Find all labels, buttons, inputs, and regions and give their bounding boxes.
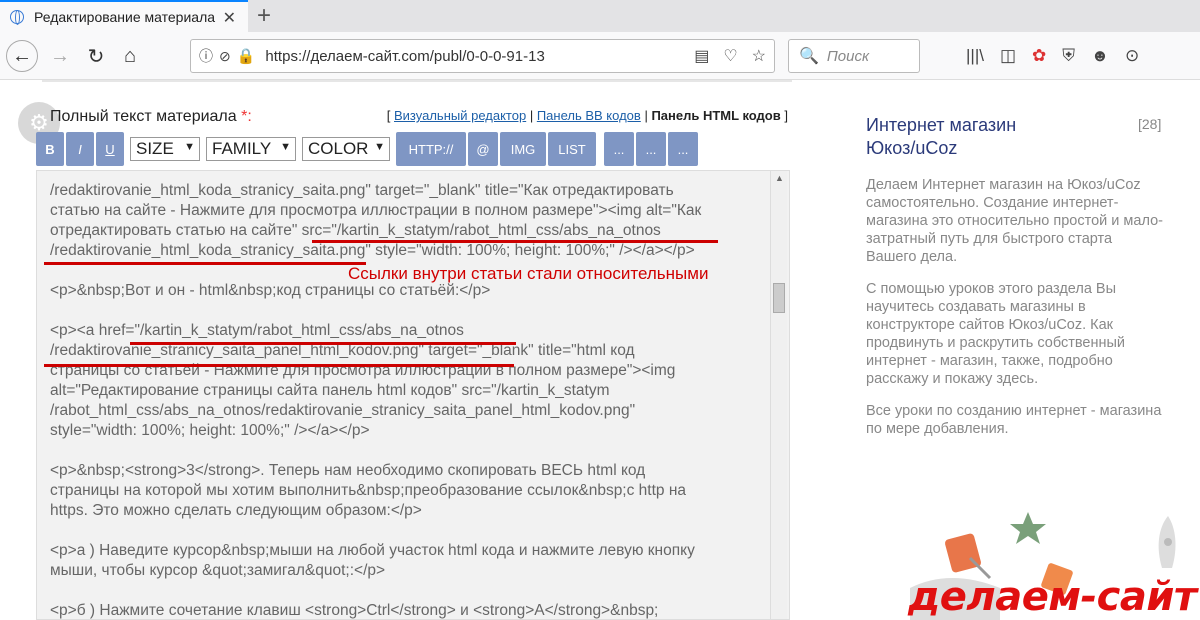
sidebar-count: [28]	[1138, 116, 1162, 132]
underline-button[interactable]: U	[96, 132, 124, 166]
http-button[interactable]: HTTP://	[396, 132, 466, 166]
tab-bar: Редактирование материала ✕ +	[0, 0, 1200, 32]
dropdown-arrow-icon: ▼	[374, 141, 385, 153]
reload-button[interactable]: ↻	[80, 40, 112, 72]
sidebar-paragraph: Делаем Интернет магазин на Юкоз/uCoz сам…	[866, 177, 1163, 265]
address-bar[interactable]: ⓘ ⊘ 🔒 https://делаем-сайт.com/publ/0-0-0…	[190, 39, 775, 73]
star-icon	[1010, 512, 1046, 544]
dropdown-arrow-icon: ▼	[280, 141, 291, 153]
family-select[interactable]: FAMILY ▼	[206, 137, 296, 161]
code-line: мыши, чтобы курсор &quot;замигал&quot;:<…	[50, 562, 386, 579]
sidebar-icon[interactable]: ◫	[1000, 46, 1016, 66]
size-select[interactable]: SIZE ▼	[130, 137, 200, 161]
code-line: <p>&nbsp;<strong>3</strong>. Теперь нам …	[50, 462, 646, 479]
code-line: /redaktirovanie_html_koda_stranicy_saita…	[50, 242, 695, 259]
more-button-1[interactable]: ...	[604, 132, 634, 166]
info-icon[interactable]: ⓘ	[199, 46, 213, 66]
lock-icon[interactable]: 🔒	[237, 47, 256, 65]
tab-active[interactable]: Редактирование материала ✕	[0, 0, 248, 32]
globe-icon	[10, 10, 24, 25]
dropdown-arrow-icon: ▼	[184, 141, 195, 153]
annotation-text: Ссылки внутри статьи стали относительным…	[348, 264, 709, 283]
field-label-text: Полный текст материала	[50, 108, 237, 125]
code-line: <p>а ) Наведите курсор&nbsp;мыши на любо…	[50, 542, 695, 559]
new-tab-button[interactable]: +	[257, 2, 271, 30]
required-mark: *:	[241, 108, 252, 125]
screenshot-icon[interactable]: ⊙	[1125, 46, 1139, 66]
scroll-thumb[interactable]	[773, 283, 785, 313]
code-line: <p>&nbsp;Вот и он - html&nbsp;код страни…	[50, 282, 491, 299]
divider	[42, 80, 792, 82]
code-line: отредактировать статью на сайте" src="/k…	[50, 222, 661, 239]
annotation-underline	[130, 342, 516, 345]
editor-mode-links: [ Визуальный редактор | Панель BB кодов …	[387, 108, 788, 123]
size-select-value: SIZE	[136, 139, 174, 158]
bb-codes-link[interactable]: Панель BB кодов	[537, 108, 641, 123]
bracket-close: ]	[784, 108, 788, 123]
code-line: <p>б ) Нажмите сочетание клавиш <strong>…	[50, 602, 659, 619]
scroll-up-icon[interactable]: ▲	[775, 173, 784, 183]
code-content: /redaktirovanie_html_koda_stranicy_saita…	[50, 181, 750, 619]
editor-scrollbar[interactable]: ▲	[770, 171, 787, 619]
search-icon: 🔍	[799, 48, 819, 65]
sidebar-paragraph: С помощью уроков этого раздела Вы научит…	[866, 281, 1126, 387]
code-line: /rabot_html_css/abs_na_otnos/redaktirova…	[50, 402, 636, 419]
bold-button[interactable]: B	[36, 132, 64, 166]
code-line: <p><a href="/kartin_k_statym/rabot_html_…	[50, 322, 464, 339]
library-icon[interactable]: |||\	[966, 46, 984, 66]
box-shape	[945, 533, 981, 573]
sidebar-paragraph: Все уроки по созданию интернет - магазин…	[866, 403, 1162, 437]
extension-color-icon[interactable]: ✿	[1032, 46, 1046, 66]
field-label: Полный текст материала *:	[50, 108, 252, 126]
email-button[interactable]: @	[468, 132, 498, 166]
img-button[interactable]: IMG	[500, 132, 546, 166]
annotation-underline	[44, 262, 366, 265]
separator: |	[644, 108, 648, 123]
pocket-icon[interactable]: ♡	[723, 46, 737, 66]
color-select[interactable]: COLOR ▼	[302, 137, 390, 161]
family-select-value: FAMILY	[212, 139, 272, 158]
sidebar-title[interactable]: Интернет магазин Юкоз/uCoz	[866, 114, 1086, 160]
more-button-3[interactable]: ...	[668, 132, 698, 166]
color-select-value: COLOR	[308, 139, 369, 158]
visual-editor-link[interactable]: Визуальный редактор	[394, 108, 526, 123]
code-line: https. Это можно сделать следующим образ…	[50, 502, 422, 519]
account-icon[interactable]: ☻	[1091, 46, 1109, 66]
home-button[interactable]: ⌂	[114, 40, 146, 72]
nav-bar: ← → ↻ ⌂ ⓘ ⊘ 🔒 https://делаем-сайт.com/pu…	[0, 32, 1200, 80]
reader-view-icon[interactable]: ▤	[694, 46, 709, 66]
search-box[interactable]: 🔍 Поиск	[788, 39, 920, 73]
close-tab-icon[interactable]: ✕	[223, 8, 236, 28]
bracket-open: [	[386, 108, 391, 123]
tab-title: Редактирование материала	[34, 9, 216, 25]
tracking-protection-icon[interactable]: ⊘	[219, 48, 231, 65]
annotation-underline	[44, 364, 514, 367]
shield-icon[interactable]: ⛨	[1062, 46, 1075, 66]
code-line: alt="Редактирование страницы сайта панел…	[50, 382, 610, 399]
code-line: статью на сайте - Нажмите для просмотра …	[50, 202, 702, 219]
sidebar-description: Делаем Интернет магазин на Юкоз/uCoz сам…	[866, 176, 1166, 452]
code-line: style="width: 100%; height: 100%;" /></a…	[50, 422, 370, 439]
bookmark-star-icon[interactable]: ☆	[752, 46, 766, 66]
url-text[interactable]: https://делаем-сайт.com/publ/0-0-0-91-13	[265, 48, 544, 65]
separator: |	[529, 108, 534, 123]
more-button-2[interactable]: ...	[636, 132, 666, 166]
annotation-underline	[312, 240, 718, 243]
html-code-editor[interactable]: /redaktirovanie_html_koda_stranicy_saita…	[36, 170, 790, 620]
html-codes-current: Панель HTML кодов	[651, 108, 781, 123]
format-toolbar: B I U SIZE ▼ FAMILY ▼ COLOR ▼ HTTP:// @ IMG…	[36, 132, 700, 166]
code-line: страницы на которой мы хотим выполнить&n…	[50, 482, 687, 499]
code-line: /redaktirovanie_html_koda_stranicy_saita…	[50, 182, 674, 199]
brand-logo-text: делаем-сайт	[908, 574, 1197, 620]
list-button[interactable]: LIST	[548, 132, 596, 166]
back-button[interactable]: ←	[6, 40, 38, 72]
italic-button[interactable]: I	[66, 132, 94, 166]
search-placeholder: Поиск	[826, 47, 870, 65]
forward-button[interactable]: →	[44, 40, 76, 72]
